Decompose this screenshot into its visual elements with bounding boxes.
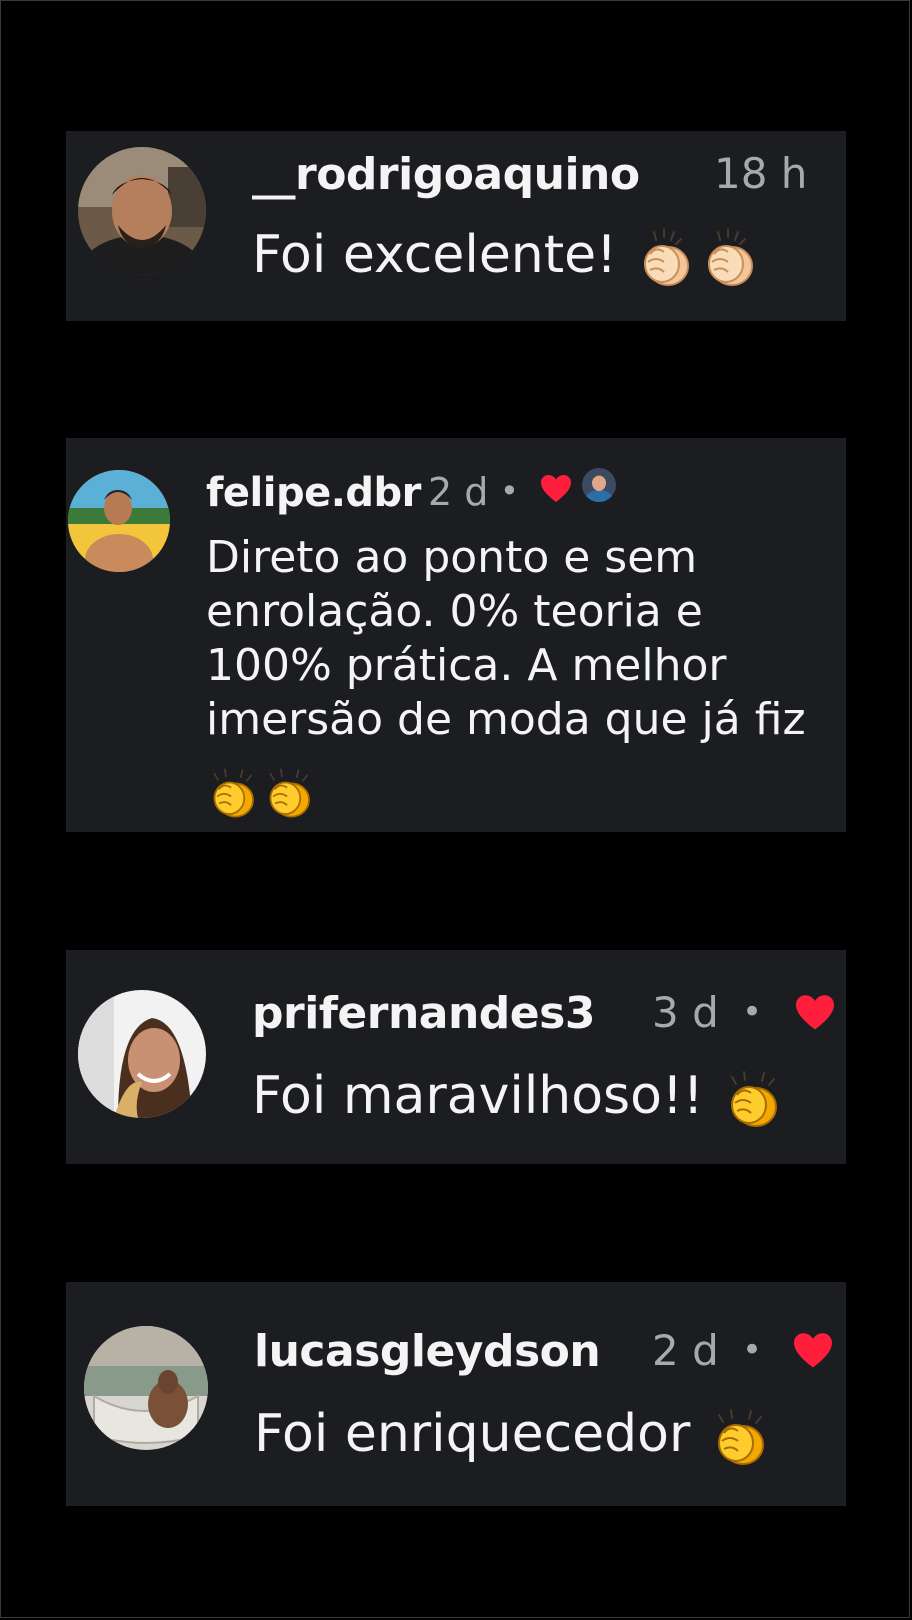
clapping-hands-icon xyxy=(707,1402,771,1472)
avatar[interactable] xyxy=(78,990,206,1118)
timestamp: 3 d xyxy=(652,988,719,1037)
timestamp: 18 h xyxy=(714,149,808,198)
clapping-hands-icon xyxy=(698,223,762,293)
comment-card: prifernandes3 3 d • Foi maravilhoso!! xyxy=(66,950,846,1164)
heart-icon[interactable] xyxy=(794,994,836,1032)
creator-heart-icon xyxy=(540,474,572,504)
comment-text: Foi maravilhoso!! xyxy=(252,1064,784,1134)
username[interactable]: __rodrigoaquino xyxy=(252,149,640,200)
separator-dot: • xyxy=(742,1330,763,1370)
comment-emoji-line xyxy=(204,764,316,822)
username[interactable]: lucasgleydson xyxy=(254,1326,601,1377)
comment-card: __rodrigoaquino 18 h Foi excelente! xyxy=(66,131,846,321)
timestamp: 2 d xyxy=(428,470,489,514)
comment-card: felipe.dbr 2 d • Direto ao ponto e sem e… xyxy=(66,438,846,832)
avatar[interactable] xyxy=(68,470,170,572)
comment-text-line: imersão de moda que já fiz xyxy=(206,694,806,745)
comment-text-line: enrolação. 0% teoria e xyxy=(206,586,703,637)
comment-text-line: Direto ao ponto e sem xyxy=(206,532,698,583)
clapping-hands-icon xyxy=(204,764,260,822)
comment-text-body: Foi enriquecedor xyxy=(254,1404,691,1464)
comment-card: lucasgleydson 2 d • Foi enriquecedor xyxy=(66,1282,846,1506)
clapping-hands-icon xyxy=(720,1064,784,1134)
comment-text: Foi enriquecedor xyxy=(254,1402,771,1472)
separator-dot: • xyxy=(742,992,763,1032)
creator-avatar xyxy=(582,468,616,502)
timestamp: 2 d xyxy=(652,1326,719,1375)
separator-dot: • xyxy=(500,472,519,510)
heart-icon[interactable] xyxy=(792,1332,834,1370)
avatar[interactable] xyxy=(78,147,206,275)
clapping-hands-icon xyxy=(260,764,316,822)
username[interactable]: prifernandes3 xyxy=(252,988,595,1039)
clapping-hands-icon xyxy=(634,223,698,293)
comment-text-body: Foi maravilhoso!! xyxy=(252,1066,704,1126)
comment-text: Foi excelente! xyxy=(252,223,762,293)
avatar[interactable] xyxy=(84,1326,208,1450)
comment-text-body: Foi excelente! xyxy=(252,225,617,285)
username[interactable]: felipe.dbr xyxy=(206,470,421,516)
comment-text-line: 100% prática. A melhor xyxy=(206,640,727,691)
